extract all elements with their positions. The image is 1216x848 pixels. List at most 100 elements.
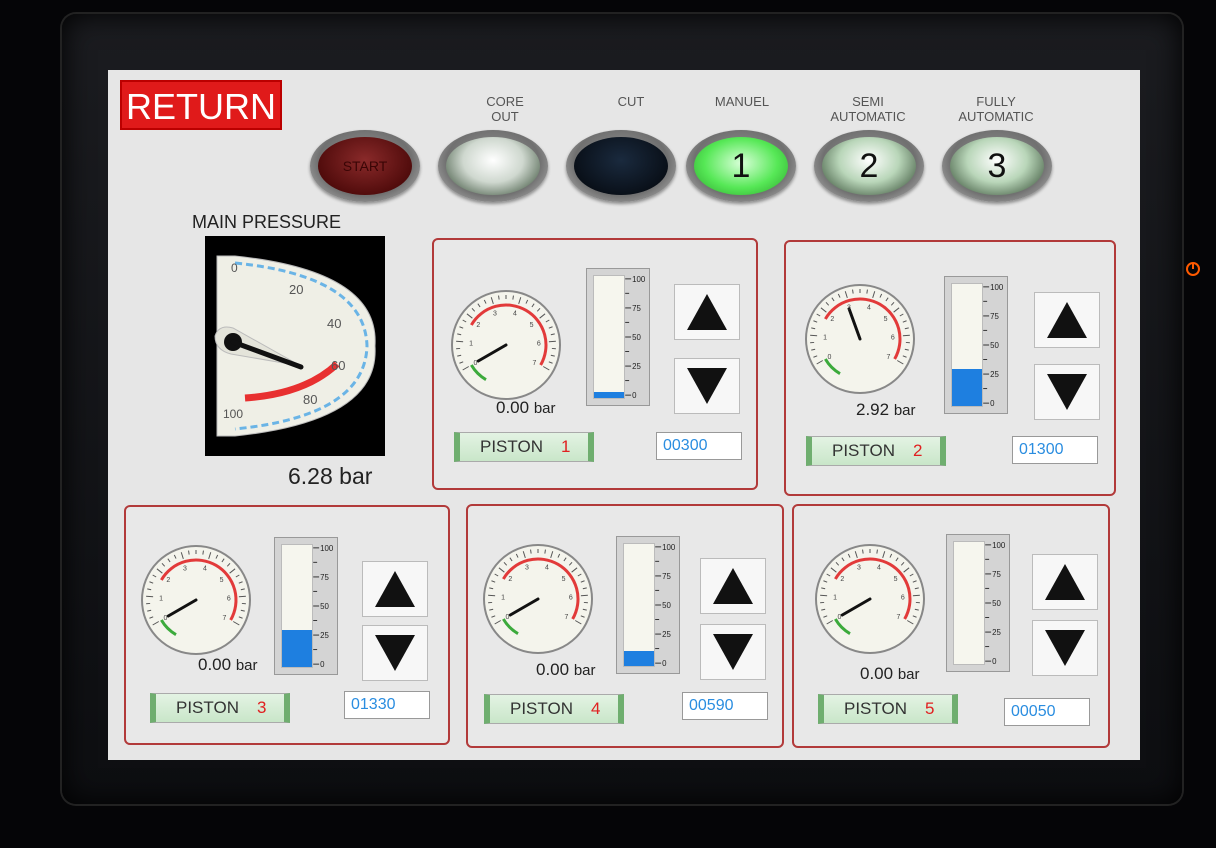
scale-label: 75 <box>662 572 671 581</box>
piston-count-field[interactable]: 00050 <box>1004 698 1090 726</box>
dial-tick-label: 4 <box>203 566 207 573</box>
manuel-mode-button[interactable]: 1 <box>686 130 796 202</box>
scale-label: 100 <box>662 543 676 552</box>
up-arrow-icon <box>1045 564 1085 600</box>
piston-pressure-value: 2.92 bar <box>856 400 916 419</box>
lower-button[interactable] <box>362 625 428 681</box>
piston-count-field[interactable]: 01330 <box>344 691 430 719</box>
scale-label: 25 <box>990 370 999 379</box>
piston-count-field[interactable]: 01300 <box>1012 436 1098 464</box>
down-arrow-icon <box>713 634 753 670</box>
scale-label: 75 <box>992 570 1001 579</box>
dial-tick-label: 6 <box>891 334 895 341</box>
lower-button[interactable] <box>1032 620 1098 676</box>
level-bar-scale: 100 75 50 25 0 <box>983 283 1004 408</box>
dial-tick-label: 3 <box>857 565 861 572</box>
lower-button[interactable] <box>700 624 766 680</box>
dial-tick-label: 7 <box>896 614 900 621</box>
dial-tick-label: 5 <box>530 322 534 329</box>
piston-count-field[interactable]: 00300 <box>656 432 742 460</box>
dial-tick-label: 2 <box>840 576 844 583</box>
piston-name: PISTON <box>176 698 239 717</box>
up-arrow-icon <box>1047 302 1087 338</box>
piston-label[interactable]: PISTON 2 <box>806 436 946 466</box>
dial-tick-label: 7 <box>564 614 568 621</box>
scale-label: 0 <box>320 660 325 669</box>
power-icon[interactable] <box>1186 262 1200 276</box>
dial-tick-label: 6 <box>227 595 231 602</box>
return-button[interactable]: RETURN <box>120 80 282 130</box>
dial-tick-label: 5 <box>220 577 224 584</box>
main-pressure-title: MAIN PRESSURE <box>192 212 342 232</box>
pressure-dial: 0 1 2 3 4 5 6 7 <box>815 544 925 654</box>
lower-button[interactable] <box>1034 364 1100 420</box>
dial-tick-label: 7 <box>532 360 536 367</box>
raise-button[interactable] <box>362 561 428 617</box>
raise-button[interactable] <box>674 284 740 340</box>
scale-label: 25 <box>992 628 1001 637</box>
dial-tick-label: 3 <box>525 565 529 572</box>
main-tick-60: 60 <box>331 358 345 373</box>
level-bar-scale: 100 75 50 25 0 <box>655 543 676 668</box>
scale-label: 75 <box>990 312 999 321</box>
scale-label: 50 <box>990 341 999 350</box>
down-arrow-icon <box>1045 630 1085 666</box>
level-bar-scale: 100 75 50 25 0 <box>313 544 334 669</box>
dial-tick-label: 2 <box>830 316 834 323</box>
piston-label[interactable]: PISTON 1 <box>454 432 594 462</box>
core-out-button-face <box>446 137 540 195</box>
dial-tick-label: 4 <box>513 311 517 318</box>
main-tick-20: 20 <box>289 282 303 297</box>
piston-number: 1 <box>560 437 571 456</box>
scale-label: 75 <box>632 304 641 313</box>
up-arrow-icon <box>375 571 415 607</box>
scale-label: 100 <box>992 541 1006 550</box>
dial-tick-label: 5 <box>884 316 888 323</box>
lower-button[interactable] <box>674 358 740 414</box>
core-out-button[interactable] <box>438 130 548 202</box>
semi-automatic-mode-button[interactable]: 2 <box>814 130 924 202</box>
pressure-dial: 0 1 2 3 4 5 6 7 <box>451 290 561 400</box>
fully-automatic-mode-button-face: 3 <box>950 137 1044 195</box>
dial-tick-label: 3 <box>847 305 851 312</box>
dial-tick-label: 0 <box>838 614 842 621</box>
scale-label: 0 <box>992 657 997 666</box>
level-bar: 100 75 50 25 0 <box>586 268 650 406</box>
semi-automatic-mode-button-face: 2 <box>822 137 916 195</box>
level-bar-fill <box>282 630 312 667</box>
main-tick-80: 80 <box>303 392 317 407</box>
level-bar: 100 75 50 25 0 <box>274 537 338 675</box>
piston-pressure-value: 0.00 bar <box>198 655 258 674</box>
raise-button[interactable] <box>700 558 766 614</box>
level-bar-scale: 100 75 50 25 0 <box>985 541 1006 666</box>
level-bar-fill <box>624 651 654 666</box>
piston-label[interactable]: PISTON 4 <box>484 694 624 724</box>
mode-label-core-out: CORE OUT <box>486 94 524 124</box>
cut-button-face <box>574 137 668 195</box>
dial-tick-label: 1 <box>159 595 163 602</box>
piston-count-field[interactable]: 00590 <box>682 692 768 720</box>
scale-label: 50 <box>632 333 641 342</box>
piston-panel-5: 0 1 2 3 4 5 6 7 0.00 bar 100 75 50 25 0 PISTON 5 00050 <box>792 504 1110 748</box>
scale-label: 25 <box>320 631 329 640</box>
dial-tick-label: 2 <box>508 576 512 583</box>
fully-automatic-mode-button[interactable]: 3 <box>942 130 1052 202</box>
level-bar-scale: 100 75 50 25 0 <box>625 275 646 400</box>
manuel-mode-button-face: 1 <box>694 137 788 195</box>
piston-number: 5 <box>924 699 935 718</box>
dial-tick-label: 0 <box>506 614 510 621</box>
scale-label: 0 <box>662 659 667 668</box>
cut-button[interactable] <box>566 130 676 202</box>
piston-number: 4 <box>590 699 601 718</box>
mode-label-semi-automatic: SEMI AUTOMATIC <box>830 94 906 124</box>
start-button[interactable]: START <box>310 130 420 202</box>
level-bar-track <box>623 543 655 667</box>
scale-label: 0 <box>632 391 637 400</box>
down-arrow-icon <box>687 368 727 404</box>
raise-button[interactable] <box>1032 554 1098 610</box>
pressure-dial: 0 1 2 3 4 5 6 7 <box>141 545 251 655</box>
raise-button[interactable] <box>1034 292 1100 348</box>
piston-label[interactable]: PISTON 3 <box>150 693 290 723</box>
piston-label[interactable]: PISTON 5 <box>818 694 958 724</box>
dial-tick-label: 2 <box>476 322 480 329</box>
